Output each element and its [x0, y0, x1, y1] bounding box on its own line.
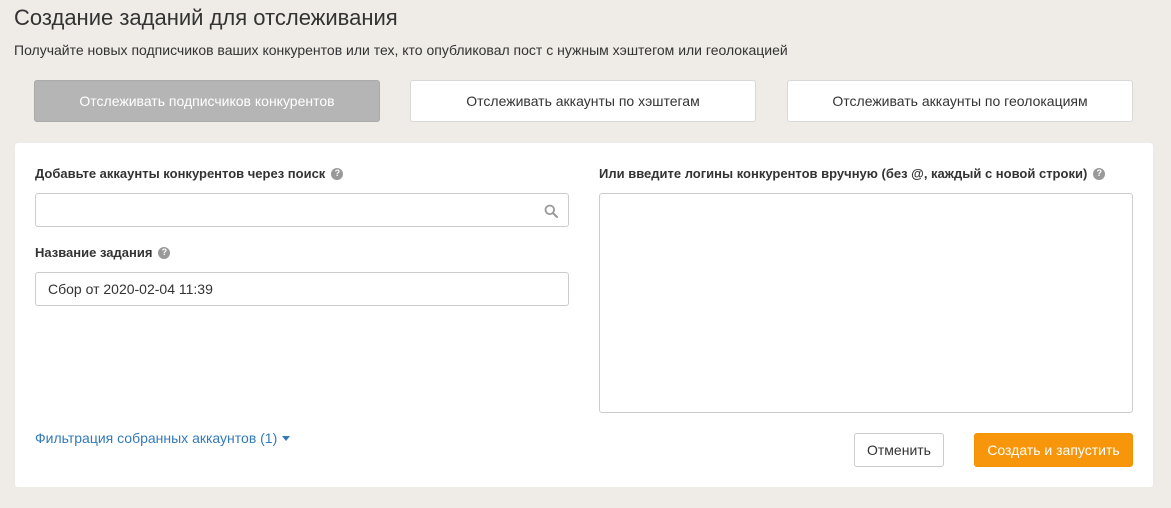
- help-icon[interactable]: ?: [1093, 167, 1106, 180]
- task-name-label: Название задания ?: [35, 245, 171, 260]
- tab-hashtags[interactable]: Отслеживать аккаунты по хэштегам: [410, 80, 756, 122]
- tab-geolocations[interactable]: Отслеживать аккаунты по геолокациям: [787, 80, 1133, 122]
- search-box: [35, 193, 569, 227]
- page-subtitle: Получайте новых подписчиков ваших конкур…: [14, 42, 788, 58]
- search-field-label: Добавьте аккаунты конкурентов через поис…: [35, 166, 344, 181]
- task-name-box: [35, 272, 569, 306]
- create-and-run-button[interactable]: Создать и запустить: [974, 433, 1133, 467]
- task-name-label-text: Название задания: [35, 245, 153, 260]
- manual-logins-label: Или введите логины конкурентов вручную (…: [599, 166, 1106, 181]
- task-name-input[interactable]: [36, 273, 568, 305]
- page-title: Создание заданий для отслеживания: [14, 5, 398, 30]
- search-field-label-text: Добавьте аккаунты конкурентов через поис…: [35, 166, 326, 181]
- cancel-button[interactable]: Отменить: [854, 433, 944, 467]
- filter-accounts-link-text: Фильтрация собранных аккаунтов (1): [35, 430, 278, 446]
- manual-logins-textarea[interactable]: [599, 193, 1133, 413]
- filter-accounts-link[interactable]: Фильтрация собранных аккаунтов (1): [35, 430, 291, 446]
- page: Создание заданий для отслеживания Получа…: [0, 0, 1171, 508]
- help-icon[interactable]: ?: [158, 246, 171, 259]
- help-icon[interactable]: ?: [331, 167, 344, 180]
- task-form-card: Добавьте аккаунты конкурентов через поис…: [15, 143, 1153, 487]
- tab-competitor-followers[interactable]: Отслеживать подписчиков конкурентов: [34, 80, 380, 122]
- mode-tabs: Отслеживать подписчиков конкурентов Отсл…: [34, 80, 1133, 122]
- manual-logins-label-text: Или введите логины конкурентов вручную (…: [599, 166, 1088, 181]
- search-icon: [544, 204, 558, 218]
- competitor-search-input[interactable]: [36, 194, 568, 226]
- caret-down-icon: [282, 435, 291, 441]
